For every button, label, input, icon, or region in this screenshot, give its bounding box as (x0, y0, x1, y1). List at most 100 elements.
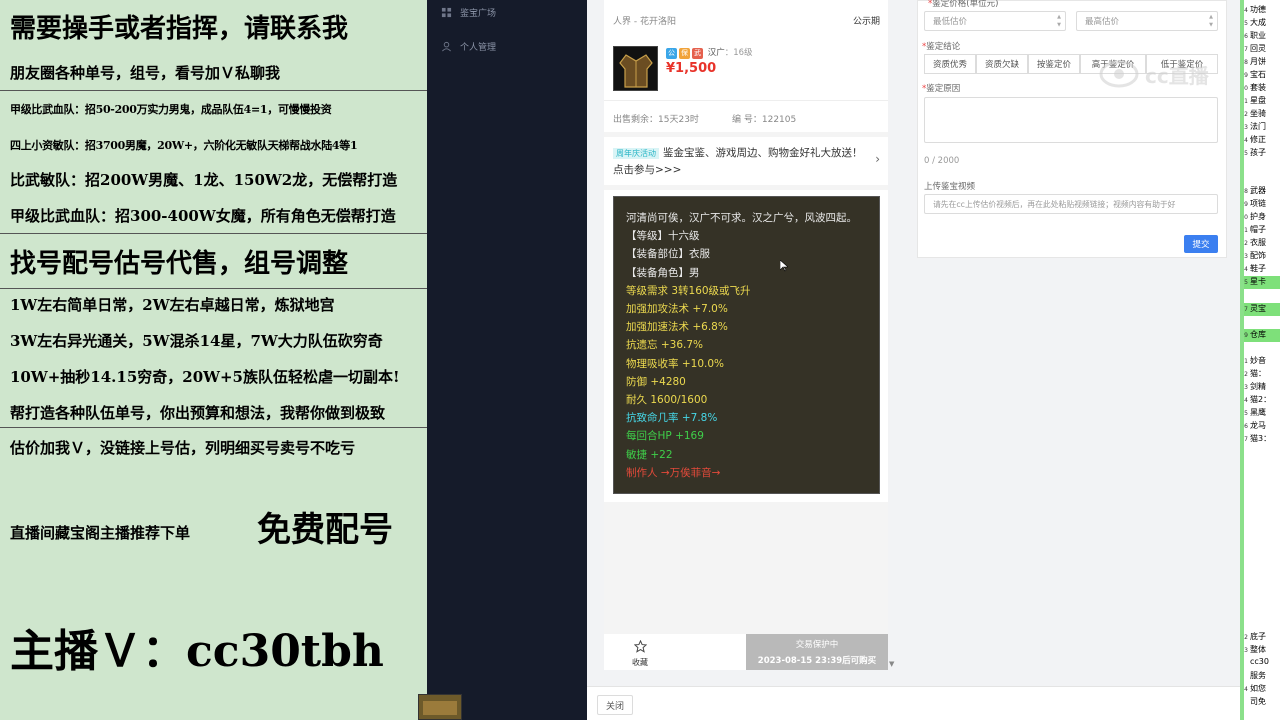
item-attribute: 物理吸收率 +10.0% (626, 357, 724, 370)
badge-public: 公 (666, 48, 677, 59)
item-attribute: 河清尚可俟，汉广不可求。汉之广兮，风波四起。 (626, 212, 857, 224)
item-attribute: 【装备角色】男 (626, 266, 700, 279)
min-price-input[interactable]: 最低估价 ▲ ▼ (924, 11, 1066, 31)
row-text: 龙马 (1250, 421, 1266, 430)
overlay-line: 朋友圈各种单号，组号，看号加Ｖ私聊我 (10, 64, 281, 82)
conclusion-option-at-price[interactable]: 按鉴定价 (1028, 54, 1080, 74)
overlay-divider (0, 427, 427, 428)
overlay-line: 找号配号估号代售，组号调整 (10, 249, 349, 279)
row-text: 职业 (1250, 31, 1266, 40)
conclusion-option-lacking[interactable]: 资质欠缺 (976, 54, 1028, 74)
overlay-line: 估价加我Ｖ，没链接上号估，列明细买号卖号不吃亏 (10, 439, 356, 457)
action-bar: 收藏 交易保护中 2023-08-15 23:39后可购买 (604, 634, 888, 670)
badge-protect: 保 (679, 48, 690, 59)
spreadsheet-row: 18 武器 (1240, 185, 1280, 198)
spreadsheet-row: 37 猫3： (1240, 433, 1280, 446)
row-text: 修正 (1250, 135, 1266, 144)
mouse-cursor-icon (779, 257, 789, 272)
serial-number: 122105 (761, 115, 797, 125)
item-attributes-panel: 河清尚可俟，汉广不可求。汉之广兮，风波四起。 【等级】十六级 【装备部位】衣服 【装备… (613, 196, 880, 494)
spreadsheet-row: 24 鞋子 (1240, 263, 1280, 276)
spreadsheet-row: 27 灵宝 (1240, 303, 1280, 316)
row-text: 黑鹰 (1250, 408, 1266, 417)
spreadsheet-row: 53 整体 (1240, 644, 1280, 657)
main-area: 人界 - 花开洛阳 公示期 公保武 汉广：16级 ¥1,500 出售剩余：15天… (587, 0, 1240, 720)
item-attribute: 【等级】十六级 (626, 230, 700, 243)
spreadsheet-row: 31 妙音 (1240, 355, 1280, 368)
row-text: 大成 (1250, 18, 1266, 27)
item-attribute: 防御 +4280 (626, 375, 686, 388)
sidebar: 鉴宝广场 个人管理 (427, 0, 587, 720)
spreadsheet-row: 23 配饰 (1240, 250, 1280, 263)
item-thumbnail[interactable] (613, 46, 658, 91)
row-text: 法门 (1250, 122, 1266, 131)
spreadsheet-row: 21 帽子 (1240, 224, 1280, 237)
badge-weapon: 武 (692, 48, 703, 59)
spreadsheet-row: 35 黑鹰 (1240, 407, 1280, 420)
spreadsheet-row: 11 星盘 (1240, 95, 1280, 108)
overlay-line: 甲级比武血队：招300-400W女魔，所有角色无偿帮打造 (10, 207, 396, 225)
buy-protected-button[interactable]: 交易保护中 2023-08-15 23:39后可购买 (746, 634, 888, 670)
reason-label: 鉴定原因 (926, 84, 961, 94)
favorite-label: 收藏 (632, 658, 648, 667)
spreadsheet-row: 10 套装 (1240, 82, 1280, 95)
sidebar-item-appraisal-square[interactable]: 鉴宝广场 (441, 2, 496, 22)
max-price-input[interactable]: 最高估价 ▲ ▼ (1076, 11, 1218, 31)
close-button[interactable]: 关闭 (597, 695, 633, 715)
item-attribute: 【装备部位】衣服 (626, 248, 710, 261)
overlay-line: 帮打造各种队伍单号，你出预算和想法，我帮你做到极致 (10, 404, 386, 422)
overlay-line: 比武敏队：招200W男魔、1龙、150W2龙，无偿帮打造 (10, 171, 398, 189)
price-label: 鉴定价格(单位元) (932, 0, 999, 9)
scroll-down-icon[interactable]: ▼ (889, 660, 897, 668)
price: ¥1,500 (666, 61, 717, 76)
overlay-divider (0, 233, 427, 234)
protect-title: 交易保护中 (795, 640, 839, 650)
appraisal-form: *鉴定价格(单位元) 最低估价 ▲ ▼ 最高估价 ▲ ▼ *鉴定结论 资质优秀 资质欠缺… (917, 0, 1227, 258)
video-label: 上传鉴宝视频 (924, 182, 976, 192)
overlay-divider (0, 288, 427, 289)
row-text: 功德 (1250, 5, 1266, 14)
row-text: 帽子 (1250, 225, 1266, 234)
conclusion-option-excellent[interactable]: 资质优秀 (924, 54, 976, 74)
row-text: 仓库 (1250, 330, 1266, 339)
spreadsheet-row: 32 猫： (1240, 368, 1280, 381)
overlay-line: 甲级比武血队：招50-200万实力男鬼，成品队伍4=1，可慢慢投资 (10, 103, 332, 116)
row-text: 整体 (1250, 645, 1266, 654)
spreadsheet-row: 司免 (1240, 696, 1280, 709)
sidebar-item-personal[interactable]: 个人管理 (441, 36, 496, 56)
spreadsheet-row: 33 剑精 (1240, 381, 1280, 394)
item-attribute: 抗致命几率 +7.8% (626, 412, 718, 425)
notes-spreadsheet: 4 功德 5 大成 6 职业 7 回灵 8 月饼 9 宝石 10 套装 11 星盘 12 坐骑 13 法门 14 修正 15… (1240, 0, 1280, 720)
row-text: 星盘 (1250, 96, 1266, 105)
video-link-input[interactable]: 请先在cc上传估价视频后，再在此处粘贴视频链接；视频内容有助于好 (924, 194, 1218, 214)
remaining-label: 出售剩余： (613, 115, 659, 125)
overlay-line: 1W左右简单日常，2W左右卓越日常，炼狱地宫 (10, 296, 335, 314)
spreadsheet-row: 19 项链 (1240, 198, 1280, 211)
status-badge: 公示期 (852, 17, 880, 27)
serial-label: 编 号： (732, 115, 762, 125)
armor-icon (619, 54, 653, 88)
overlay-line: 四上小资敏队：招3700男魔，20W+，六阶化无敏队天梯帮战水陆4等1 (10, 139, 358, 152)
watermark: cc直播 (1099, 50, 1229, 98)
row-text: 宝石 (1250, 70, 1266, 79)
protect-time: 2023-08-15 23:39后可购买 (757, 656, 877, 666)
spreadsheet-row: 36 龙马 (1240, 420, 1280, 433)
spreadsheet-row: 29 仓库 (1240, 329, 1280, 342)
overlay-line: 主播Ｖ：cc30tbh (10, 626, 384, 677)
streamer-info-overlay: 需要操手或者指挥，请联系我 朋友圈各种单号，组号，看号加Ｖ私聊我 甲级比武血队：招5… (0, 0, 427, 720)
row-text: 服务 (1250, 671, 1266, 680)
row-text: 妙音 (1250, 356, 1266, 365)
row-text: 护身 (1250, 212, 1266, 221)
submit-button[interactable]: 提交 (1184, 235, 1218, 253)
item-attribute: 加强加速法术 +6.8% (626, 321, 728, 334)
spreadsheet-row: 5 大成 (1240, 17, 1280, 30)
spreadsheet-row: 9 宝石 (1240, 69, 1280, 82)
favorite-button[interactable]: 收藏 (624, 638, 656, 668)
row-text: 猫2： (1250, 395, 1272, 404)
overlay-line: 免费配号 (257, 510, 393, 550)
spreadsheet-row: 15 孩子 (1240, 147, 1280, 160)
reason-textarea[interactable] (924, 97, 1218, 143)
promo-banner[interactable]: 周年庆活动 鉴金宝鉴、游戏周边、购物金好礼大放送！点击参与>>> › (604, 137, 888, 185)
cc-logo-icon (1099, 60, 1139, 88)
row-text: 坐骑 (1250, 109, 1266, 118)
